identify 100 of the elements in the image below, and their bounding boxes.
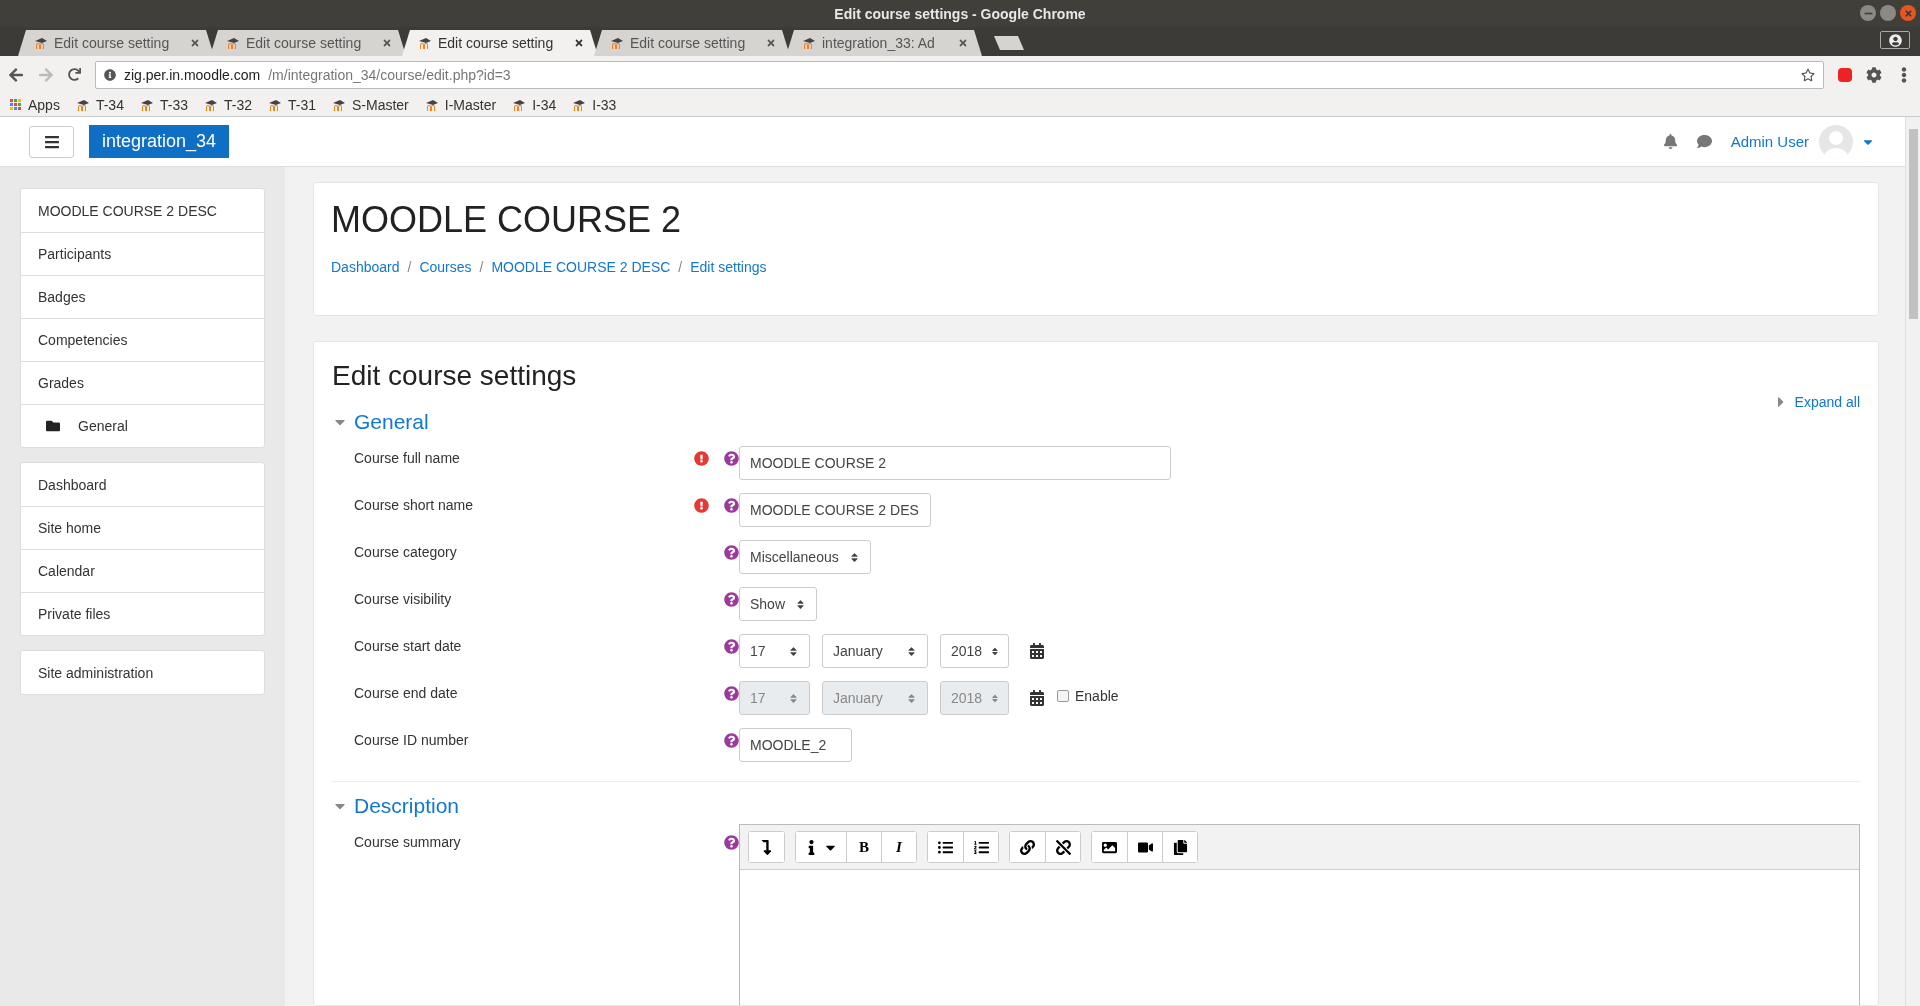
select-field[interactable]: Miscellaneous xyxy=(739,540,871,574)
help-icon[interactable] xyxy=(724,639,739,654)
bookmark[interactable]: S-Master xyxy=(332,96,409,113)
reload-icon[interactable] xyxy=(68,68,81,81)
calendar-icon[interactable] xyxy=(1029,643,1045,659)
browser-tab[interactable]: Edit course setting xyxy=(210,30,406,56)
help-icon[interactable] xyxy=(724,545,739,560)
graduation-cap-icon xyxy=(418,37,432,49)
field-label: Course ID number xyxy=(354,731,470,748)
breadcrumb-link[interactable]: Courses xyxy=(419,259,472,275)
text-field[interactable]: MOODLE COURSE 2 xyxy=(739,446,1171,480)
close-tab-icon[interactable] xyxy=(574,38,584,48)
italic-button[interactable]: I xyxy=(881,832,916,862)
close-button[interactable] xyxy=(1900,5,1916,21)
nav-item[interactable]: Site administration xyxy=(21,651,264,694)
bookmark[interactable]: I-34 xyxy=(512,96,557,113)
scrollbar[interactable] xyxy=(1905,117,1920,1006)
help-icon[interactable] xyxy=(724,451,739,466)
breadcrumb-link[interactable]: MOODLE COURSE 2 DESC xyxy=(491,259,671,275)
help-icon[interactable] xyxy=(724,592,739,607)
chat-bubble-icon[interactable] xyxy=(1696,134,1712,149)
user-name-link[interactable]: Admin User xyxy=(1730,133,1809,150)
window-title: Edit course settings - Google Chrome xyxy=(834,5,1086,22)
bookmark[interactable]: T-32 xyxy=(203,96,252,113)
graduation-cap-icon xyxy=(226,37,240,49)
text-field[interactable]: MOODLE_2 xyxy=(739,728,852,762)
stop-sign-icon[interactable] xyxy=(1838,67,1852,82)
graduation-cap-icon xyxy=(332,98,346,111)
day-select[interactable]: 17 xyxy=(739,634,810,668)
person-icon xyxy=(1888,33,1902,47)
browser-tab[interactable]: Edit course setting xyxy=(18,30,214,56)
sort-arrows-icon xyxy=(906,692,917,704)
close-tab-icon[interactable] xyxy=(958,38,968,48)
nav-item[interactable]: Site home xyxy=(21,506,264,549)
sort-arrows-icon xyxy=(848,551,860,563)
help-icon[interactable] xyxy=(724,835,739,850)
bookmark[interactable]: T-33 xyxy=(139,96,188,113)
info-icon[interactable] xyxy=(104,68,116,81)
nav-item[interactable]: Badges xyxy=(21,275,264,318)
site-name-link[interactable]: integration_34 xyxy=(89,125,230,158)
bookmark[interactable]: T-31 xyxy=(267,96,316,113)
sort-arrows-icon xyxy=(788,645,799,657)
menu-button[interactable] xyxy=(29,125,74,158)
breadcrumb-link[interactable]: Dashboard xyxy=(331,259,400,275)
browser-tab[interactable]: integration_33: Ad xyxy=(786,30,982,56)
unlink-button[interactable] xyxy=(1045,832,1080,862)
maximize-button[interactable] xyxy=(1880,5,1896,21)
gear-icon[interactable] xyxy=(1866,66,1882,83)
unlink-icon xyxy=(1055,839,1071,855)
graduation-cap-icon xyxy=(610,37,624,49)
nav-item[interactable]: Dashboard xyxy=(21,463,264,506)
star-icon[interactable] xyxy=(1801,67,1815,82)
month-select[interactable]: January xyxy=(822,634,928,668)
files-button[interactable] xyxy=(1162,832,1197,862)
close-tab-icon[interactable] xyxy=(190,38,200,48)
close-tab-icon[interactable] xyxy=(766,38,776,48)
address-bar[interactable]: zig.per.in.moodle.com /m/integration_34/course/edit.php?id=3 xyxy=(95,60,1824,89)
nav-item[interactable]: MOODLE COURSE 2 DESC xyxy=(21,189,264,232)
bookmark[interactable]: T-34 xyxy=(75,96,124,113)
section-heading[interactable]: Description xyxy=(354,794,460,818)
scrollbar-thumb[interactable] xyxy=(1908,129,1918,319)
nav-item[interactable]: Competencies xyxy=(21,318,264,361)
bookmark[interactable]: I-Master xyxy=(424,96,497,113)
nav-item[interactable]: Grades xyxy=(21,361,264,404)
graduation-cap-icon xyxy=(203,98,218,111)
section-heading[interactable]: General xyxy=(354,410,429,434)
bookmark[interactable]: I-33 xyxy=(572,96,617,113)
help-icon[interactable] xyxy=(724,733,739,748)
bookmark[interactable]: Apps xyxy=(10,96,60,113)
sort-arrows-icon xyxy=(992,692,998,704)
image-icon xyxy=(1102,839,1117,855)
field-label: Course category xyxy=(354,543,458,560)
field-label: Course summary xyxy=(354,833,462,850)
close-tab-icon[interactable] xyxy=(382,38,392,48)
profile-button[interactable] xyxy=(1880,31,1910,49)
sort-arrows-icon xyxy=(906,645,917,657)
numbers-button[interactable] xyxy=(963,832,998,862)
breadcrumb-link[interactable]: Edit settings xyxy=(690,259,767,275)
text-field[interactable]: MOODLE COURSE 2 DES xyxy=(739,493,931,527)
graduation-cap-icon xyxy=(802,37,816,49)
nav-item[interactable]: General xyxy=(21,404,264,447)
bell-icon[interactable] xyxy=(1662,134,1678,149)
nav-item[interactable]: Private files xyxy=(21,592,264,635)
collapse-button[interactable] xyxy=(749,832,784,862)
year-select[interactable]: 2018 xyxy=(940,634,1009,668)
expand-all-link[interactable]: Expand all xyxy=(1794,394,1860,410)
new-tab-button[interactable] xyxy=(994,36,1024,50)
breadcrumb-separator: / xyxy=(407,259,412,275)
collapse-icon xyxy=(759,839,774,855)
nav-item[interactable]: Calendar xyxy=(21,549,264,592)
help-icon[interactable] xyxy=(724,498,739,513)
minimize-button[interactable] xyxy=(1860,5,1876,21)
nav-item[interactable]: Participants xyxy=(21,232,264,275)
browser-tab[interactable]: Edit course setting xyxy=(402,30,598,56)
back-icon[interactable] xyxy=(8,66,24,83)
select-field[interactable]: Show xyxy=(739,587,818,621)
browser-tab[interactable]: Edit course setting xyxy=(594,30,790,56)
rich-text-editor[interactable]: B I xyxy=(739,824,1860,1005)
graduation-cap-icon xyxy=(572,98,587,111)
apps-grid-icon[interactable] xyxy=(10,98,22,111)
